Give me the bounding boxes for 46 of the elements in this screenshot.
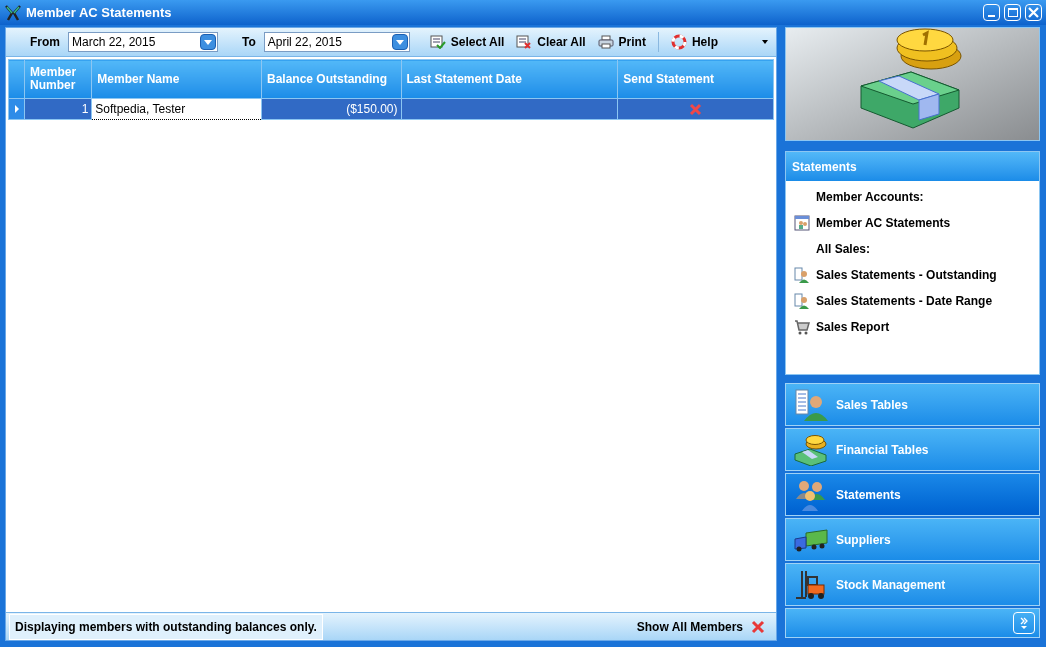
- clear-list-icon: [516, 35, 533, 49]
- person-document-icon: [794, 267, 810, 283]
- panel-link[interactable]: Member AC Statements: [816, 214, 951, 232]
- show-all-members-button[interactable]: Show All Members: [636, 617, 773, 636]
- checklist-icon: [429, 35, 446, 49]
- forklift-icon: [794, 568, 828, 601]
- expand-icon[interactable]: [1013, 612, 1035, 634]
- panel-heading: All Sales:: [816, 241, 871, 258]
- person-document-icon: [794, 293, 810, 309]
- people-icon: [794, 478, 828, 511]
- close-icon: [751, 619, 765, 634]
- panel-header: Statements: [786, 152, 1039, 181]
- caret-icon: [395, 39, 404, 45]
- minimize-button[interactable]: [983, 4, 1000, 21]
- panel-link[interactable]: Sales Statements - Outstanding: [816, 266, 997, 284]
- from-label: From: [30, 34, 60, 51]
- help-button[interactable]: Help: [666, 33, 722, 51]
- to-label: To: [242, 34, 256, 51]
- printer-icon: [597, 35, 614, 49]
- money-icon: [794, 433, 828, 466]
- clear-all-button[interactable]: Clear All: [512, 33, 590, 51]
- nav-button[interactable]: Statements: [785, 473, 1040, 516]
- row-selector[interactable]: [8, 98, 25, 120]
- app-icon: [4, 3, 22, 22]
- close-button[interactable]: [1025, 4, 1042, 21]
- status-message: Displaying members with outstanding balances only.: [9, 613, 323, 640]
- panel-heading: Member Accounts:: [816, 189, 924, 206]
- lifebuoy-icon: [670, 34, 687, 50]
- maximize-button[interactable]: [1004, 4, 1021, 21]
- to-date-field[interactable]: April 22, 2015: [263, 32, 410, 52]
- panel-link[interactable]: Sales Statements - Date Range: [816, 292, 993, 310]
- overflow-icon[interactable]: [762, 40, 768, 44]
- window-title: Member AC Statements: [26, 3, 173, 22]
- select-all-button[interactable]: Select All: [425, 33, 509, 51]
- panel-link[interactable]: Sales Report: [816, 318, 890, 336]
- print-button[interactable]: Print: [593, 33, 650, 51]
- row-header: [8, 59, 25, 99]
- from-date-field[interactable]: March 22, 2015: [68, 32, 218, 52]
- caret-icon: [204, 39, 212, 45]
- dropdown-button[interactable]: [200, 34, 216, 50]
- dropdown-button[interactable]: [391, 34, 408, 50]
- table-person-icon: [794, 388, 828, 421]
- report-icon: [794, 215, 810, 231]
- table-cell: ($150.00): [261, 98, 401, 120]
- cart-icon: [794, 319, 810, 335]
- caret-icon: [13, 105, 20, 113]
